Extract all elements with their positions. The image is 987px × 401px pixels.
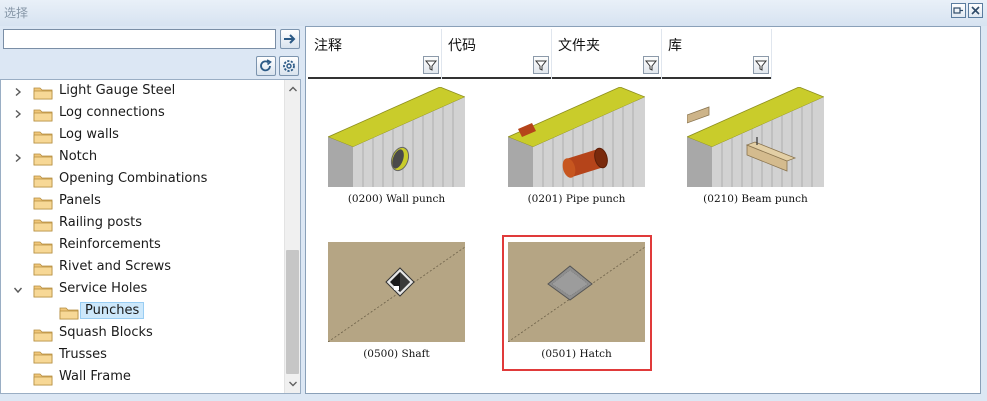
settings-button[interactable]	[279, 56, 299, 76]
tree-item-label: Reinforcements	[59, 237, 161, 252]
close-icon	[971, 6, 980, 15]
scroll-up-icon[interactable]	[288, 84, 298, 94]
tree-scrollbar[interactable]	[284, 80, 300, 393]
folder-icon	[33, 87, 53, 100]
tree-item-wall-frame[interactable]: Wall Frame	[1, 367, 285, 389]
folder-icon	[33, 175, 53, 188]
item-caption: (0210) Beam punch	[703, 193, 808, 205]
chevron-right-icon[interactable]	[13, 87, 23, 97]
tree-item-light-gauge-steel[interactable]: Light Gauge Steel	[1, 81, 285, 103]
tree-item-reinforcements[interactable]: Reinforcements	[1, 235, 285, 257]
filter-icon	[534, 60, 548, 71]
folder-icon	[33, 109, 53, 122]
folder-icon	[33, 329, 53, 342]
folder-icon	[33, 131, 53, 144]
column-header-library[interactable]: 库	[662, 29, 772, 79]
go-button[interactable]	[280, 29, 300, 49]
column-header-label: 库	[668, 38, 682, 54]
item-shaft[interactable]: (0500) Shaft	[328, 242, 478, 372]
close-button[interactable]	[968, 3, 983, 18]
tree-item-label: Punches	[80, 302, 145, 319]
item-caption: (0200) Wall punch	[347, 193, 446, 205]
wall-punch-thumbnail	[328, 87, 465, 187]
item-caption: (0201) Pipe punch	[527, 193, 626, 205]
tree-item-trusses[interactable]: Trusses	[1, 345, 285, 367]
tree-item-notch[interactable]: Notch	[1, 147, 285, 169]
folder-tree: Light Gauge Steel Log connections Log wall…	[0, 79, 301, 394]
tree-item-label: Log walls	[59, 127, 119, 142]
shaft-thumbnail	[328, 242, 465, 342]
filter-button[interactable]	[533, 56, 549, 74]
tree-item-label: Panels	[59, 193, 101, 208]
column-header-label: 代码	[448, 38, 476, 54]
refresh-icon	[260, 59, 272, 72]
column-header-comment[interactable]: 注释	[308, 29, 442, 79]
folder-icon	[33, 241, 53, 254]
tree-item-rivet-and-screws[interactable]: Rivet and Screws	[1, 257, 285, 279]
column-header-code[interactable]: 代码	[442, 29, 552, 79]
folder-icon	[33, 153, 53, 166]
pipe-punch-thumbnail	[508, 87, 645, 187]
tree-item-label: Light Gauge Steel	[59, 83, 176, 98]
filter-button[interactable]	[423, 56, 439, 74]
chevron-down-icon[interactable]	[13, 285, 23, 295]
beam-punch-thumbnail	[687, 87, 824, 187]
column-header-label: 文件夹	[558, 38, 600, 54]
restore-button[interactable]	[951, 3, 966, 18]
chevron-right-icon[interactable]	[13, 109, 23, 119]
tree-item-log-connections[interactable]: Log connections	[1, 103, 285, 125]
column-header-label: 注释	[314, 38, 342, 54]
filter-button[interactable]	[753, 56, 769, 74]
filter-icon	[424, 60, 438, 71]
gear-icon	[283, 60, 295, 72]
tree-item-label: Service Holes	[59, 281, 148, 296]
item-caption: (0500) Shaft	[363, 348, 430, 360]
folder-icon	[33, 285, 53, 298]
item-beam-punch[interactable]: (0210) Beam punch	[687, 87, 837, 217]
tree-item-label: Wall Frame	[59, 369, 131, 384]
chevron-right-icon[interactable]	[13, 153, 23, 163]
refresh-button[interactable]	[256, 56, 276, 76]
tree-item-panels[interactable]: Panels	[1, 191, 285, 213]
tree-item-punches[interactable]: Punches	[1, 301, 285, 323]
left-toolbar	[0, 26, 303, 78]
filter-button[interactable]	[643, 56, 659, 74]
filter-icon	[644, 60, 658, 71]
filter-icon	[754, 60, 768, 71]
tree-item-label: Railing posts	[59, 215, 143, 230]
tree-item-label: Notch	[59, 149, 98, 164]
hatch-thumbnail	[508, 242, 645, 342]
pin-icon	[953, 7, 963, 14]
tree-item-log-walls[interactable]: Log walls	[1, 125, 285, 147]
tree-item-label: Log connections	[59, 105, 165, 120]
item-pipe-punch[interactable]: (0201) Pipe punch	[508, 87, 658, 217]
item-caption: (0501) Hatch	[541, 348, 612, 360]
window-title: 选择	[4, 6, 29, 20]
item-hatch[interactable]: (0501) Hatch	[502, 235, 652, 371]
item-wall-punch[interactable]: (0200) Wall punch	[328, 87, 478, 217]
folder-icon	[33, 351, 53, 364]
arrow-right-icon	[284, 34, 296, 44]
title-bar: 选择	[0, 0, 987, 26]
tree-item-railing-posts[interactable]: Railing posts	[1, 213, 285, 235]
tree-item-label: Opening Combinations	[59, 171, 208, 186]
folder-icon	[33, 197, 53, 210]
tree-item-label: Rivet and Screws	[59, 259, 172, 274]
tree-item-label: Squash Blocks	[59, 325, 153, 340]
scroll-down-icon[interactable]	[288, 379, 298, 389]
scrollbar-thumb[interactable]	[286, 250, 299, 374]
folder-icon	[33, 219, 53, 232]
column-header-folder[interactable]: 文件夹	[552, 29, 662, 79]
folder-icon	[59, 307, 79, 320]
tree-item-opening-combinations[interactable]: Opening Combinations	[1, 169, 285, 191]
tree-item-label: Trusses	[59, 347, 107, 362]
search-input[interactable]	[3, 29, 276, 49]
folder-icon	[33, 373, 53, 386]
content-panel: 注释 代码 文件夹 库 (0200) Wall punch (0201) Pip…	[305, 26, 981, 394]
tree-item-service-holes[interactable]: Service Holes	[1, 279, 285, 301]
folder-icon	[33, 263, 53, 276]
tree-item-squash-blocks[interactable]: Squash Blocks	[1, 323, 285, 345]
